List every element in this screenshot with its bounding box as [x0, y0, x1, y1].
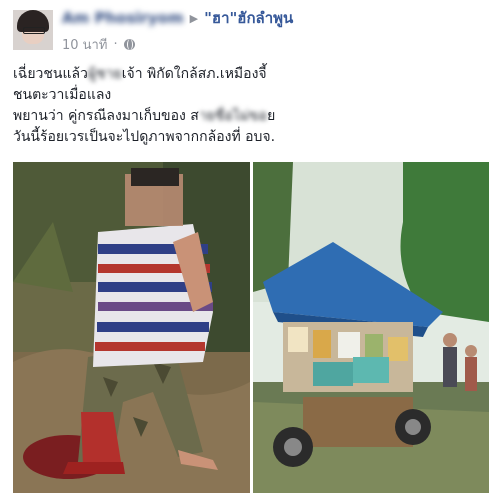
post-line: พยานว่า คู่กรณีลงมาเก็บของ สายชื่อไม่ขอย: [13, 108, 276, 124]
post-header: Am Phosiryom ▶ "ฮา"ฮักลำพูน: [62, 8, 293, 28]
post-meta: 10 นาที ·: [62, 34, 135, 55]
blurred-text: ายชื่อไม่ขอ: [198, 108, 268, 124]
author-name[interactable]: Am Phosiryom: [62, 9, 184, 27]
author-avatar[interactable]: [13, 10, 53, 50]
group-name[interactable]: "ฮา"ฮักลำพูน: [204, 6, 293, 30]
post-card: Am Phosiryom ▶ "ฮา"ฮักลำพูน 10 นาที · เฉ…: [0, 0, 491, 493]
post-line: วันนี้ร้อยเวรเป็นจะไปดูภาพจากกล้องที่ อบ…: [13, 129, 276, 145]
photo-vendor-cart[interactable]: [253, 162, 489, 493]
meta-separator: ·: [113, 37, 118, 52]
avatar-glasses: [23, 27, 45, 34]
post-time[interactable]: 10 นาที: [62, 34, 107, 55]
post-line: ชนตะวาเมื่อแลง: [13, 87, 112, 103]
arrow-right-icon: ▶: [189, 11, 199, 25]
post-text: เฉี่ยวชนแล้วผู้ชายเจ้า พิกัดใกล้สภ.เหมือ…: [13, 64, 483, 148]
blurred-text: ผู้ชาย: [87, 66, 122, 82]
photo-injured-man[interactable]: [13, 162, 250, 493]
globe-icon[interactable]: [123, 39, 135, 50]
post-line: เฉี่ยวชนแล้วผู้ชายเจ้า พิกัดใกล้สภ.เหมือ…: [13, 66, 267, 82]
